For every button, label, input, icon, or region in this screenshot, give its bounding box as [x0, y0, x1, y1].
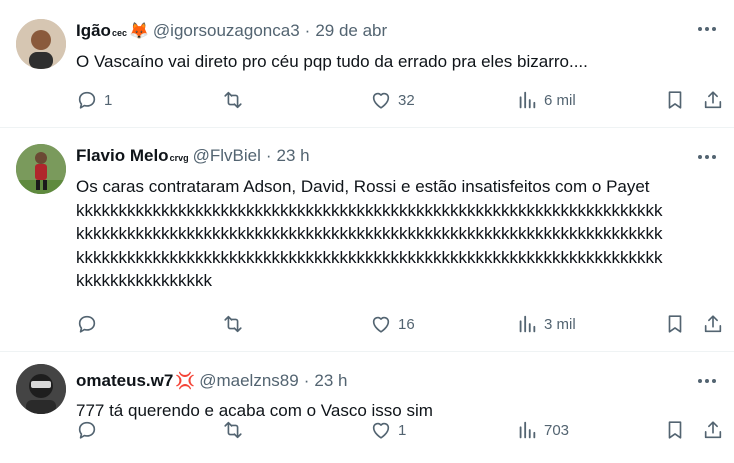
separator-dot: ·: [265, 146, 272, 165]
reply-button[interactable]: 1: [76, 89, 112, 111]
view-count: 703: [544, 421, 570, 439]
tweet-header: Igão cec 🦊 @igorsouzagonca3 · 29 de abr: [76, 20, 718, 44]
more-icon[interactable]: [694, 368, 720, 394]
reply-button[interactable]: [76, 313, 104, 335]
like-button[interactable]: 32: [370, 89, 415, 111]
views-button[interactable]: 6 mil: [516, 89, 576, 111]
reply-icon: [78, 91, 96, 109]
bookmark-button[interactable]: [664, 313, 686, 335]
like-button[interactable]: 1: [370, 419, 406, 441]
like-count: 1: [398, 421, 407, 439]
like-button[interactable]: 16: [370, 313, 415, 335]
separator-dot: ·: [304, 21, 311, 40]
timestamp[interactable]: 29 de abr: [315, 20, 387, 42]
tweet[interactable]: omateus.w7 💢 @maelzns89 · 23 h 777 tá que…: [0, 352, 734, 463]
views-button[interactable]: 3 mil: [516, 313, 576, 335]
view-count: 3 mil: [544, 315, 576, 333]
display-name[interactable]: Flavio Melo: [76, 145, 169, 167]
avatar[interactable]: [16, 144, 66, 194]
tweet-text: Os caras contrataram Adson, David, Rossi…: [76, 177, 663, 290]
tweet[interactable]: Igão cec 🦊 @igorsouzagonca3 · 29 de abr O …: [0, 0, 734, 128]
name-superscript: cec: [111, 28, 127, 38]
user-handle[interactable]: @maelzns89: [199, 370, 298, 392]
action-bar: 1 703: [76, 418, 724, 442]
anger-emoji-icon: 💢: [175, 373, 196, 390]
action-bar: 16 3 mil: [76, 312, 724, 336]
views-icon: [519, 315, 536, 333]
views-icon: [519, 91, 536, 109]
retweet-button[interactable]: [222, 89, 250, 111]
action-bar: 1 32 6 mil: [76, 88, 724, 112]
views-icon: [519, 421, 536, 439]
more-icon[interactable]: [694, 16, 720, 42]
view-count: 6 mil: [544, 91, 576, 109]
timestamp[interactable]: 23 h: [277, 145, 310, 167]
share-icon: [704, 91, 722, 109]
bookmark-button[interactable]: [664, 89, 686, 111]
share-icon: [704, 315, 722, 333]
tweet-header: omateus.w7 💢 @maelzns89 · 23 h: [76, 370, 718, 393]
share-icon: [704, 421, 722, 439]
heart-icon: [372, 316, 390, 333]
fox-emoji-icon: 🦊: [128, 23, 149, 40]
like-count: 16: [398, 315, 415, 333]
like-count: 32: [398, 91, 415, 109]
views-button[interactable]: 703: [516, 419, 569, 441]
reply-icon: [78, 421, 96, 439]
tweet-feed: Igão cec 🦊 @igorsouzagonca3 · 29 de abr O …: [0, 0, 734, 463]
tweet-header: Flavio Melo crvg @FlvBiel · 23 h: [76, 145, 718, 169]
avatar[interactable]: [16, 19, 66, 69]
reply-icon: [78, 315, 96, 333]
reply-count: 1: [104, 91, 113, 109]
retweet-icon: [224, 91, 242, 109]
retweet-button[interactable]: [222, 419, 250, 441]
more-icon[interactable]: [694, 144, 720, 170]
user-handle[interactable]: @igorsouzagonca3: [153, 20, 300, 42]
bookmark-icon: [668, 421, 682, 439]
separator-dot: ·: [303, 371, 310, 390]
avatar[interactable]: [16, 364, 66, 414]
bookmark-icon: [668, 91, 682, 109]
heart-icon: [372, 422, 390, 439]
share-button[interactable]: [702, 313, 724, 335]
display-name[interactable]: omateus.w7: [76, 370, 173, 392]
name-superscript: crvg: [169, 153, 189, 163]
bookmark-button[interactable]: [664, 419, 686, 441]
retweet-icon: [224, 421, 242, 439]
reply-button[interactable]: [76, 419, 104, 441]
share-button[interactable]: [702, 89, 724, 111]
tweet-text: O Vascaíno vai direto pro céu pqp tudo d…: [76, 52, 588, 71]
timestamp[interactable]: 23 h: [314, 370, 347, 392]
user-handle[interactable]: @FlvBiel: [193, 145, 261, 167]
retweet-button[interactable]: [222, 313, 250, 335]
share-button[interactable]: [702, 419, 724, 441]
heart-icon: [372, 92, 390, 109]
bookmark-icon: [668, 315, 682, 333]
tweet[interactable]: Flavio Melo crvg @FlvBiel · 23 h Os caras…: [0, 128, 734, 352]
retweet-icon: [224, 315, 242, 333]
display-name[interactable]: Igão: [76, 20, 111, 42]
